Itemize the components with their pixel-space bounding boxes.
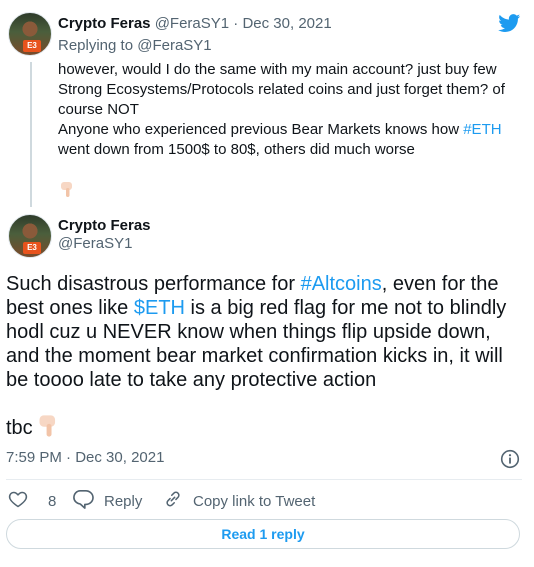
reply-action[interactable]: Reply bbox=[72, 489, 142, 513]
tbc-text: tbc bbox=[6, 417, 33, 439]
reply-tweet-text: however, would I do the same with my mai… bbox=[58, 60, 528, 160]
reply-author-name[interactable]: Crypto Feras bbox=[58, 15, 151, 32]
divider bbox=[6, 479, 522, 480]
replying-handle[interactable]: @FeraSY1 bbox=[137, 37, 211, 54]
reply-line-5: went down from 1500$ to 80$, others did … bbox=[58, 141, 415, 158]
eth-cashtag-link[interactable]: $ETH bbox=[134, 297, 185, 319]
main-tweet-text: Such disastrous performance for #Altcoin… bbox=[6, 272, 530, 440]
read-replies-button[interactable]: Read 1 reply bbox=[6, 519, 520, 549]
reply-header: Crypto Feras @FeraSY1 · Dec 30, 2021 bbox=[58, 15, 332, 32]
share-link-icon[interactable] bbox=[163, 489, 193, 513]
main-timestamp[interactable]: 7:59 PM · Dec 30, 2021 bbox=[6, 449, 164, 466]
dot-separator: · bbox=[66, 449, 72, 466]
main-line-tbc: tbc bbox=[6, 415, 530, 440]
reply-icon[interactable] bbox=[72, 489, 104, 513]
main-line-4: and the moment bear market confirmation … bbox=[6, 345, 503, 367]
main-date: Dec 30, 2021 bbox=[75, 449, 165, 466]
thread-connector-line bbox=[30, 62, 32, 207]
copy-link-action[interactable]: Copy link to Tweet bbox=[163, 489, 315, 513]
main-line-2: best ones like $ETH is a big red flag fo… bbox=[6, 296, 530, 320]
main-line-1: Such disastrous performance for #Altcoin… bbox=[6, 272, 530, 296]
reply-line-2: Strong Ecosystems/Protocols related coin… bbox=[58, 81, 505, 98]
reply-line-1: however, would I do the same with my mai… bbox=[58, 61, 497, 78]
main-line-5: be toooo late to take any protective act… bbox=[6, 369, 377, 391]
main-line-3: hodl cuz u NEVER know when things flip u… bbox=[6, 321, 491, 343]
like-count: 8 bbox=[48, 492, 57, 510]
main-author-handle[interactable]: @FeraSY1 bbox=[58, 235, 151, 252]
reply-line-4: Anyone who experienced previous Bear Mar… bbox=[58, 120, 528, 140]
main-text-4: is a big red flag for me not to blindly bbox=[184, 297, 507, 319]
main-text-2: , even for the bbox=[381, 273, 499, 295]
copy-link-label: Copy link to Tweet bbox=[193, 492, 316, 510]
reply-line-4-text: Anyone who experienced previous Bear Mar… bbox=[58, 121, 464, 138]
altcoins-hashtag-link[interactable]: #Altcoins bbox=[301, 273, 382, 295]
avatar-badge: E3 bbox=[23, 40, 41, 52]
main-author-block: Crypto Feras @FeraSY1 bbox=[58, 217, 151, 252]
info-icon[interactable] bbox=[500, 449, 520, 474]
dot-separator: · bbox=[233, 15, 239, 32]
replying-to: Replying to @FeraSY1 bbox=[58, 37, 212, 54]
main-author-avatar[interactable]: E3 bbox=[8, 214, 52, 258]
main-time: 7:59 PM bbox=[6, 449, 62, 466]
point-down-emoji bbox=[38, 415, 56, 437]
point-down-emoji bbox=[60, 181, 74, 203]
main-author-name[interactable]: Crypto Feras bbox=[58, 217, 151, 234]
reply-author-avatar[interactable]: E3 bbox=[8, 12, 52, 56]
twitter-bird-icon[interactable] bbox=[497, 12, 522, 39]
avatar-badge: E3 bbox=[23, 242, 41, 254]
reply-line-3: course NOT bbox=[58, 101, 139, 118]
eth-hashtag-link[interactable]: #ETH bbox=[463, 121, 501, 138]
like-action[interactable]: 8 bbox=[8, 489, 56, 513]
reply-label: Reply bbox=[104, 492, 143, 510]
main-text-1: Such disastrous performance for bbox=[6, 273, 301, 295]
replying-prefix: Replying to bbox=[58, 37, 138, 54]
reply-author-handle[interactable]: @FeraSY1 bbox=[155, 15, 229, 32]
main-text-3: best ones like bbox=[6, 297, 134, 319]
heart-icon[interactable] bbox=[8, 489, 38, 513]
reply-date[interactable]: Dec 30, 2021 bbox=[242, 15, 331, 32]
